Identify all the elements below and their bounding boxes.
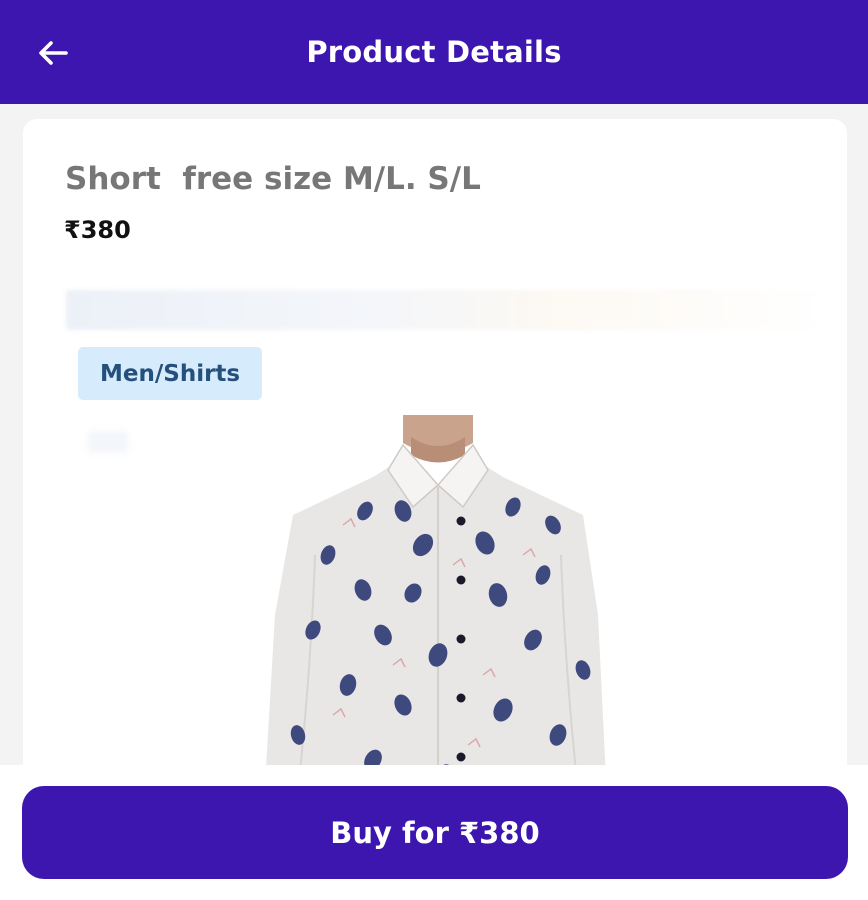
product-image[interactable] xyxy=(253,415,623,819)
arrow-left-icon xyxy=(39,41,68,65)
category-chip[interactable]: Men/Shirts xyxy=(78,347,263,400)
buy-button[interactable]: Buy for ₹380 xyxy=(22,786,848,879)
back-button[interactable] xyxy=(30,30,76,76)
app-bar: Product Details xyxy=(0,0,868,104)
product-price: ₹380 xyxy=(64,216,131,244)
product-title: Short free size M/L. S/L xyxy=(65,161,481,197)
loading-placeholder xyxy=(66,290,826,330)
product-card: Short free size M/L. S/L ₹380 Men/Shirts xyxy=(23,119,847,819)
loading-placeholder-small xyxy=(88,431,128,453)
page-title: Product Details xyxy=(306,35,562,69)
